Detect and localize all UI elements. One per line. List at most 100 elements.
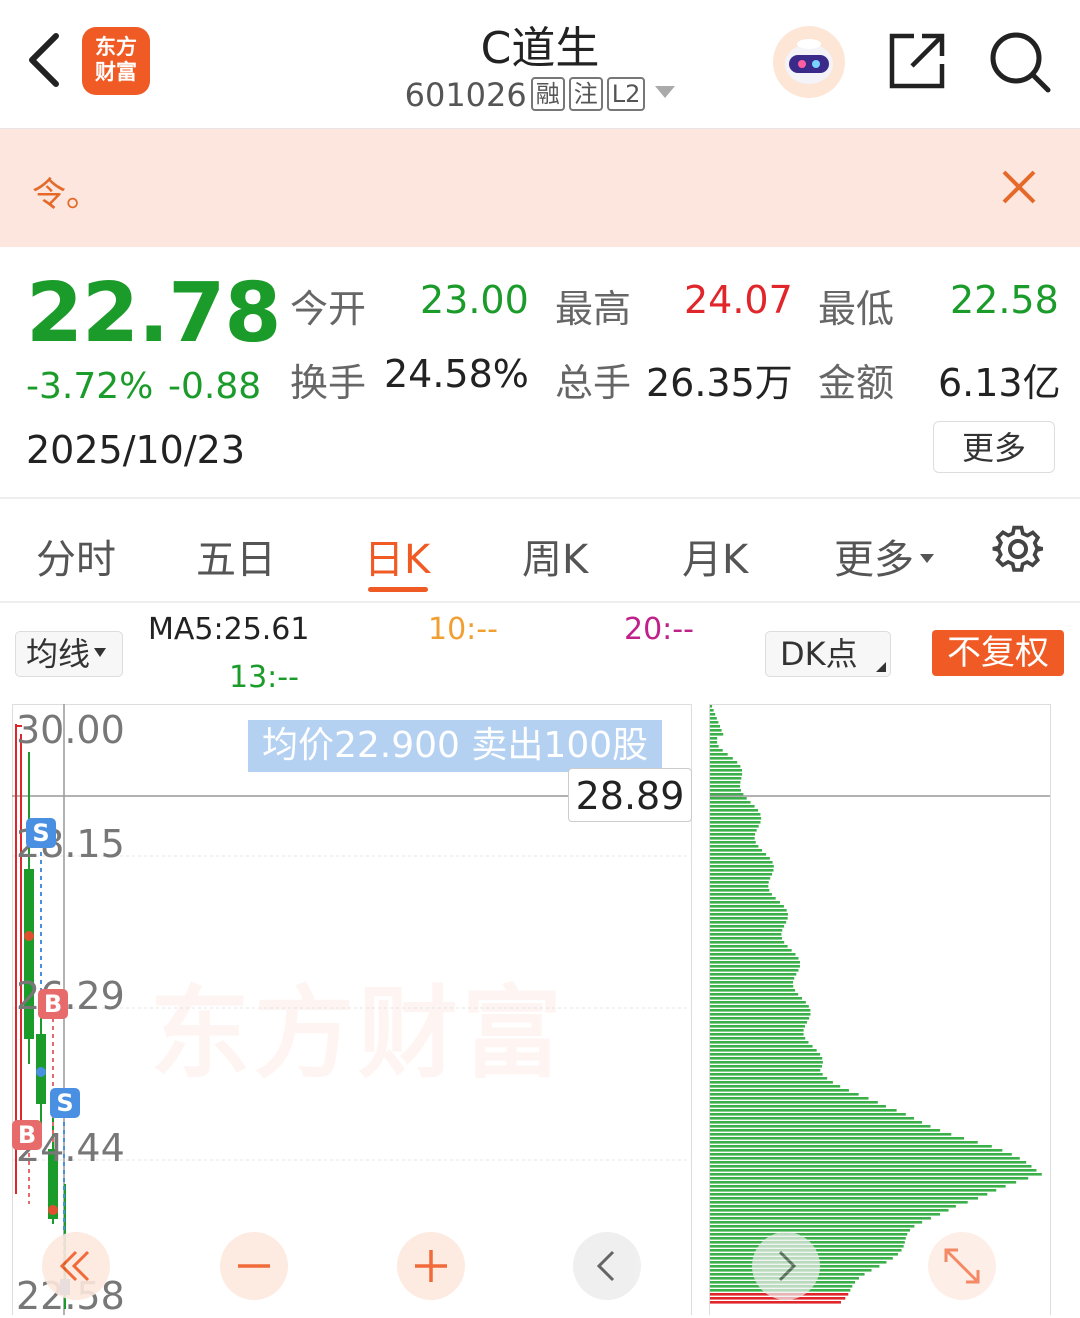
trade-tooltip: 均价22.900 卖出100股 xyxy=(248,720,663,772)
open-label: 今开 xyxy=(290,287,367,331)
search-icon[interactable] xyxy=(988,30,1052,94)
caret-down-icon xyxy=(94,648,107,657)
chip-bar xyxy=(710,1029,804,1032)
chip-bar xyxy=(710,1225,915,1228)
chip-bar xyxy=(710,1065,823,1068)
chip-bar xyxy=(710,989,796,992)
gear-icon[interactable] xyxy=(992,523,1044,575)
robot-avatar-icon[interactable] xyxy=(773,26,845,98)
chip-bar xyxy=(710,869,774,872)
scroll-right-button[interactable] xyxy=(752,1232,820,1300)
chip-bar xyxy=(710,705,712,708)
chip-bar xyxy=(710,909,787,912)
scroll-left-fast-button[interactable] xyxy=(42,1232,110,1300)
chip-bar xyxy=(710,1141,978,1144)
buy-marker[interactable]: B xyxy=(12,1120,42,1150)
chip-bar xyxy=(710,1085,841,1088)
zoom-in-button[interactable] xyxy=(397,1232,465,1300)
chip-bar xyxy=(710,741,718,744)
tab-more[interactable]: 更多 xyxy=(834,527,934,585)
chip-bar xyxy=(710,913,788,916)
chip-bar xyxy=(710,1033,804,1036)
banner-text: 令。 xyxy=(32,175,100,215)
ma13-value: 13:-- xyxy=(229,660,299,695)
tab-five-day[interactable]: 五日 xyxy=(196,527,276,585)
chip-bar xyxy=(710,1129,941,1132)
caret-down-icon xyxy=(920,554,934,563)
chip-bar xyxy=(710,1209,949,1212)
chip-bar xyxy=(710,1197,979,1200)
tab-daily-k[interactable]: 日K xyxy=(364,527,430,585)
chip-bar xyxy=(710,1049,817,1052)
chip-bar xyxy=(710,853,767,856)
expand-chart-button[interactable] xyxy=(928,1232,996,1300)
chip-bar xyxy=(710,821,761,824)
chip-bar xyxy=(710,725,720,728)
chip-bar xyxy=(710,749,723,752)
more-quote-button[interactable]: 更多 xyxy=(933,421,1055,473)
dk-point-button[interactable]: DK点 xyxy=(765,631,891,677)
chevron-left-icon xyxy=(596,1250,615,1282)
tab-weekly-k[interactable]: 周K xyxy=(522,527,588,585)
ma-selector-label: 均线 xyxy=(26,635,91,673)
amount-value: 6.13亿 xyxy=(938,361,1061,405)
corner-triangle-icon xyxy=(876,662,886,672)
chip-bar xyxy=(710,789,741,792)
close-icon[interactable] xyxy=(998,166,1040,208)
notice-banner: 令。 xyxy=(0,129,1080,247)
chip-bar xyxy=(710,733,724,736)
chip-bar xyxy=(710,1217,931,1220)
chip-bar xyxy=(710,1161,1027,1164)
low-value: 22.58 xyxy=(950,278,1059,322)
scroll-left-button[interactable] xyxy=(573,1232,641,1300)
chevron-down-icon[interactable] xyxy=(655,86,676,98)
volume-value: 26.35万 xyxy=(646,361,793,405)
chip-bar xyxy=(710,1133,952,1136)
chip-bar xyxy=(710,1101,878,1104)
chip-bar xyxy=(710,1037,806,1040)
chip-bar xyxy=(710,1069,821,1072)
chip-bar xyxy=(710,1009,811,1012)
chip-bar xyxy=(710,761,738,764)
current-price: 22.78 xyxy=(26,266,281,361)
chip-bar xyxy=(710,933,782,936)
amount-label: 金额 xyxy=(818,361,895,405)
chip-bar xyxy=(710,1097,869,1100)
buy-marker[interactable]: B xyxy=(38,989,68,1019)
chip-bar xyxy=(710,965,800,968)
ma-selector-button[interactable]: 均线 xyxy=(15,631,123,677)
tab-intraday[interactable]: 分时 xyxy=(36,527,116,585)
chip-bar xyxy=(710,889,770,892)
chip-bar xyxy=(710,1073,823,1076)
quote-date: 2025/10/23 xyxy=(26,428,246,472)
chip-bar xyxy=(710,1201,968,1204)
chip-bar xyxy=(710,1013,811,1016)
no-adjust-button[interactable]: 不复权 xyxy=(932,630,1064,676)
back-arrow-icon[interactable] xyxy=(22,30,66,90)
chip-bar xyxy=(710,713,716,716)
chip-bar xyxy=(710,921,787,924)
divider xyxy=(0,497,1080,499)
stock-code-row[interactable]: 601026 融注 L2 xyxy=(340,76,740,114)
chip-bar xyxy=(710,993,799,996)
zoom-out-button[interactable] xyxy=(220,1232,288,1300)
app-logo[interactable]: 东方 财富 xyxy=(82,27,150,95)
share-icon[interactable] xyxy=(886,30,948,92)
sell-marker[interactable]: S xyxy=(26,818,56,848)
chip-bar xyxy=(710,1157,1020,1160)
chip-bar xyxy=(710,1169,1037,1172)
chip-bar xyxy=(710,1057,823,1060)
chip-bar xyxy=(710,745,719,748)
trade-dot xyxy=(36,1067,46,1077)
sell-marker[interactable]: S xyxy=(50,1088,80,1118)
chip-bar xyxy=(710,893,772,896)
chip-bar xyxy=(710,1105,886,1108)
chip-bar xyxy=(710,985,794,988)
logo-line-1: 东方 xyxy=(95,35,137,59)
volume-label: 总手 xyxy=(555,361,632,405)
chip-bar xyxy=(710,1041,809,1044)
tab-monthly-k[interactable]: 月K xyxy=(682,527,748,585)
chip-bar xyxy=(710,825,759,828)
expand-icon xyxy=(944,1248,980,1284)
chip-bar xyxy=(710,1005,809,1008)
